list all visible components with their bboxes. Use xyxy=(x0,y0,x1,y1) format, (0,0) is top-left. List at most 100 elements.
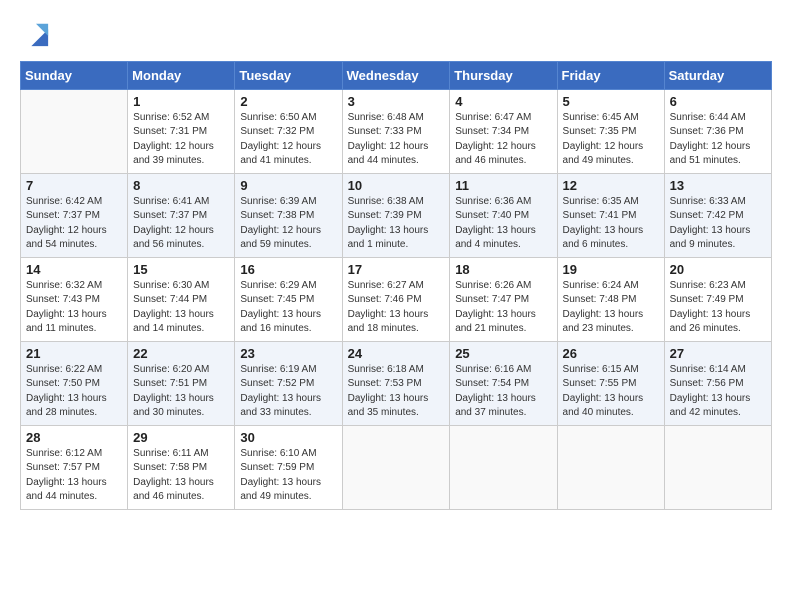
page-header xyxy=(20,16,772,53)
column-header-tuesday: Tuesday xyxy=(235,61,342,89)
day-number: 27 xyxy=(670,346,766,361)
column-header-thursday: Thursday xyxy=(450,61,557,89)
day-number: 3 xyxy=(348,94,445,109)
day-info: Sunrise: 6:39 AM Sunset: 7:38 PM Dayligh… xyxy=(240,195,336,253)
column-header-saturday: Saturday xyxy=(664,61,771,89)
calendar-cell xyxy=(21,89,128,173)
day-info: Sunrise: 6:41 AM Sunset: 7:37 PM Dayligh… xyxy=(133,195,229,253)
day-number: 12 xyxy=(563,178,659,193)
calendar-cell: 16 Sunrise: 6:29 AM Sunset: 7:45 PM Dayli… xyxy=(235,257,342,341)
column-header-sunday: Sunday xyxy=(21,61,128,89)
calendar-cell: 21 Sunrise: 6:22 AM Sunset: 7:50 PM Dayli… xyxy=(21,341,128,425)
calendar-cell xyxy=(557,425,664,509)
calendar-cell: 8 Sunrise: 6:41 AM Sunset: 7:37 PM Daylig… xyxy=(128,173,235,257)
day-number: 26 xyxy=(563,346,659,361)
day-info: Sunrise: 6:24 AM Sunset: 7:48 PM Dayligh… xyxy=(563,279,659,337)
day-info: Sunrise: 6:42 AM Sunset: 7:37 PM Dayligh… xyxy=(26,195,122,253)
day-info: Sunrise: 6:16 AM Sunset: 7:54 PM Dayligh… xyxy=(455,363,551,421)
logo-text xyxy=(20,20,50,53)
column-header-monday: Monday xyxy=(128,61,235,89)
day-info: Sunrise: 6:33 AM Sunset: 7:42 PM Dayligh… xyxy=(670,195,766,253)
calendar-cell: 15Sunrise: 6:30 AM Sunset: 7:44 PM Dayli… xyxy=(128,257,235,341)
day-info: Sunrise: 6:20 AM Sunset: 7:51 PM Dayligh… xyxy=(133,363,229,421)
day-info: Sunrise: 6:19 AM Sunset: 7:52 PM Dayligh… xyxy=(240,363,336,421)
calendar-cell xyxy=(342,425,450,509)
calendar-cell: 19 Sunrise: 6:24 AM Sunset: 7:48 PM Dayli… xyxy=(557,257,664,341)
day-number: 13 xyxy=(670,178,766,193)
day-number: 8 xyxy=(133,178,229,193)
calendar-cell: 20Sunrise: 6:23 AM Sunset: 7:49 PM Dayli… xyxy=(664,257,771,341)
day-info: Sunrise: 6:52 AM Sunset: 7:31 PM Dayligh… xyxy=(133,111,229,169)
day-number: 17 xyxy=(348,262,445,277)
day-number: 28 xyxy=(26,430,122,445)
calendar-cell: 11 Sunrise: 6:36 AM Sunset: 7:40 PM Dayli… xyxy=(450,173,557,257)
calendar-cell: 6 Sunrise: 6:44 AM Sunset: 7:36 PM Daylig… xyxy=(664,89,771,173)
calendar-cell xyxy=(450,425,557,509)
day-number: 7 xyxy=(26,178,122,193)
day-number: 19 xyxy=(563,262,659,277)
day-info: Sunrise: 6:18 AM Sunset: 7:53 PM Dayligh… xyxy=(348,363,445,421)
day-info: Sunrise: 6:30 AM Sunset: 7:44 PM Dayligh… xyxy=(133,279,229,337)
day-info: Sunrise: 6:48 AM Sunset: 7:33 PM Dayligh… xyxy=(348,111,445,169)
day-number: 11 xyxy=(455,178,551,193)
calendar-cell: 4Sunrise: 6:47 AM Sunset: 7:34 PM Daylig… xyxy=(450,89,557,173)
calendar-week-5: 28 Sunrise: 6:12 AM Sunset: 7:57 PM Dayli… xyxy=(21,425,772,509)
day-number: 18 xyxy=(455,262,551,277)
day-number: 30 xyxy=(240,430,336,445)
day-number: 22 xyxy=(133,346,229,361)
calendar-cell: 17 Sunrise: 6:27 AM Sunset: 7:46 PM Dayli… xyxy=(342,257,450,341)
day-info: Sunrise: 6:38 AM Sunset: 7:39 PM Dayligh… xyxy=(348,195,445,253)
calendar-cell: 1 Sunrise: 6:52 AM Sunset: 7:31 PM Daylig… xyxy=(128,89,235,173)
day-info: Sunrise: 6:10 AM Sunset: 7:59 PM Dayligh… xyxy=(240,447,336,505)
logo xyxy=(20,20,50,53)
calendar-cell: 24 Sunrise: 6:18 AM Sunset: 7:53 PM Dayli… xyxy=(342,341,450,425)
day-info: Sunrise: 6:35 AM Sunset: 7:41 PM Dayligh… xyxy=(563,195,659,253)
day-info: Sunrise: 6:12 AM Sunset: 7:57 PM Dayligh… xyxy=(26,447,122,505)
calendar-week-2: 7 Sunrise: 6:42 AM Sunset: 7:37 PM Daylig… xyxy=(21,173,772,257)
calendar-cell: 29Sunrise: 6:11 AM Sunset: 7:58 PM Dayli… xyxy=(128,425,235,509)
calendar-cell: 9 Sunrise: 6:39 AM Sunset: 7:38 PM Daylig… xyxy=(235,173,342,257)
day-number: 9 xyxy=(240,178,336,193)
calendar-cell: 10 Sunrise: 6:38 AM Sunset: 7:39 PM Dayli… xyxy=(342,173,450,257)
day-number: 6 xyxy=(670,94,766,109)
day-number: 21 xyxy=(26,346,122,361)
calendar-body: 1 Sunrise: 6:52 AM Sunset: 7:31 PM Daylig… xyxy=(21,89,772,509)
column-header-friday: Friday xyxy=(557,61,664,89)
calendar-cell: 23 Sunrise: 6:19 AM Sunset: 7:52 PM Dayli… xyxy=(235,341,342,425)
calendar-cell: 18 Sunrise: 6:26 AM Sunset: 7:47 PM Dayli… xyxy=(450,257,557,341)
calendar-cell xyxy=(664,425,771,509)
day-info: Sunrise: 6:22 AM Sunset: 7:50 PM Dayligh… xyxy=(26,363,122,421)
day-number: 16 xyxy=(240,262,336,277)
calendar-table: SundayMondayTuesdayWednesdayThursdayFrid… xyxy=(20,61,772,510)
calendar-cell: 27 Sunrise: 6:14 AM Sunset: 7:56 PM Dayli… xyxy=(664,341,771,425)
calendar-cell: 7 Sunrise: 6:42 AM Sunset: 7:37 PM Daylig… xyxy=(21,173,128,257)
day-info: Sunrise: 6:26 AM Sunset: 7:47 PM Dayligh… xyxy=(455,279,551,337)
calendar-header-row: SundayMondayTuesdayWednesdayThursdayFrid… xyxy=(21,61,772,89)
calendar-cell: 3 Sunrise: 6:48 AM Sunset: 7:33 PM Daylig… xyxy=(342,89,450,173)
calendar-cell: 2 Sunrise: 6:50 AM Sunset: 7:32 PM Daylig… xyxy=(235,89,342,173)
day-info: Sunrise: 6:23 AM Sunset: 7:49 PM Dayligh… xyxy=(670,279,766,337)
calendar-week-3: 14Sunrise: 6:32 AM Sunset: 7:43 PM Dayli… xyxy=(21,257,772,341)
day-number: 23 xyxy=(240,346,336,361)
calendar-week-1: 1 Sunrise: 6:52 AM Sunset: 7:31 PM Daylig… xyxy=(21,89,772,173)
calendar-cell: 14Sunrise: 6:32 AM Sunset: 7:43 PM Dayli… xyxy=(21,257,128,341)
day-number: 2 xyxy=(240,94,336,109)
column-header-wednesday: Wednesday xyxy=(342,61,450,89)
day-number: 25 xyxy=(455,346,551,361)
calendar-cell: 22 Sunrise: 6:20 AM Sunset: 7:51 PM Dayli… xyxy=(128,341,235,425)
calendar-week-4: 21 Sunrise: 6:22 AM Sunset: 7:50 PM Dayli… xyxy=(21,341,772,425)
day-info: Sunrise: 6:45 AM Sunset: 7:35 PM Dayligh… xyxy=(563,111,659,169)
day-info: Sunrise: 6:36 AM Sunset: 7:40 PM Dayligh… xyxy=(455,195,551,253)
day-info: Sunrise: 6:50 AM Sunset: 7:32 PM Dayligh… xyxy=(240,111,336,169)
day-info: Sunrise: 6:14 AM Sunset: 7:56 PM Dayligh… xyxy=(670,363,766,421)
day-number: 29 xyxy=(133,430,229,445)
day-info: Sunrise: 6:29 AM Sunset: 7:45 PM Dayligh… xyxy=(240,279,336,337)
day-number: 4 xyxy=(455,94,551,109)
day-number: 1 xyxy=(133,94,229,109)
calendar-cell: 12 Sunrise: 6:35 AM Sunset: 7:41 PM Dayli… xyxy=(557,173,664,257)
day-info: Sunrise: 6:27 AM Sunset: 7:46 PM Dayligh… xyxy=(348,279,445,337)
day-info: Sunrise: 6:44 AM Sunset: 7:36 PM Dayligh… xyxy=(670,111,766,169)
calendar-cell: 28 Sunrise: 6:12 AM Sunset: 7:57 PM Dayli… xyxy=(21,425,128,509)
day-number: 10 xyxy=(348,178,445,193)
day-number: 24 xyxy=(348,346,445,361)
